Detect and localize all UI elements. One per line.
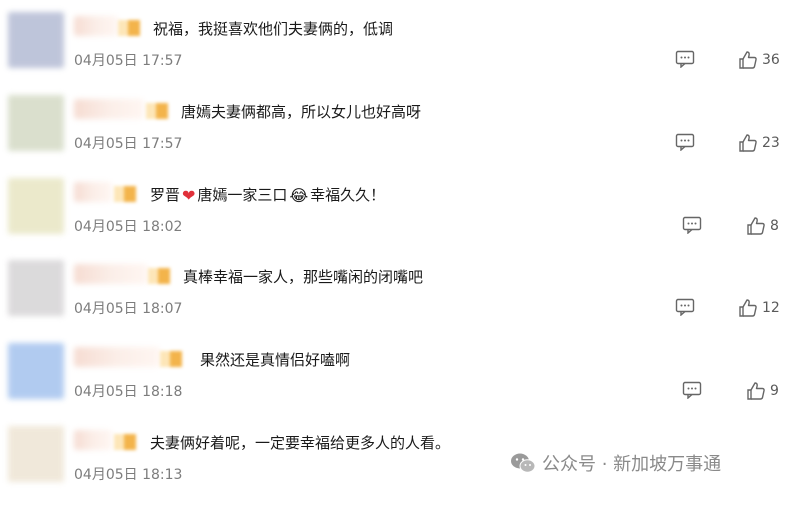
comment-item: 祝福，我挺喜欢他们夫妻俩的，低调 04月05日 17:57 36 — [0, 12, 800, 94]
thumbs-up-icon[interactable] — [738, 298, 758, 318]
like-count: 12 — [762, 300, 780, 316]
thumbs-up-icon[interactable] — [738, 133, 758, 153]
user-badge-icon — [148, 268, 170, 284]
avatar[interactable] — [8, 178, 64, 234]
comment-item: 唐嫣夫妻俩都高，所以女儿也好高呀 04月05日 17:57 23 — [0, 95, 800, 177]
comment-time: 04月05日 17:57 — [74, 136, 183, 152]
comment-time: 04月05日 18:07 — [74, 301, 183, 317]
comment-text: 唐嫣夫妻俩都高，所以女儿也好高呀 — [181, 103, 422, 121]
avatar[interactable] — [8, 12, 64, 68]
username-blurred[interactable] — [74, 347, 160, 367]
reply-icon[interactable] — [682, 381, 702, 399]
user-badge-icon — [160, 351, 182, 367]
comment-text-part: 罗晋 — [150, 186, 181, 204]
like-count: 9 — [770, 383, 779, 399]
username-blurred[interactable] — [74, 264, 148, 284]
watermark-text: 公众号 · 新加坡万事通 — [542, 454, 722, 475]
avatar[interactable] — [8, 260, 64, 316]
like-count: 23 — [762, 135, 780, 151]
username-blurred[interactable] — [74, 16, 118, 36]
username-blurred[interactable] — [74, 99, 144, 119]
reply-icon[interactable] — [675, 133, 695, 151]
comment-text: 祝福，我挺喜欢他们夫妻俩的，低调 — [153, 20, 394, 38]
laughing-emoji-icon: 😂 — [289, 186, 309, 205]
like-count: 36 — [762, 52, 780, 68]
thumbs-up-icon[interactable] — [738, 50, 758, 70]
thumbs-up-icon[interactable] — [746, 381, 766, 401]
comment-time: 04月05日 17:57 — [74, 53, 183, 69]
user-badge-icon — [146, 103, 168, 119]
comment-time: 04月05日 18:13 — [74, 467, 183, 483]
username-blurred[interactable] — [74, 430, 112, 450]
user-badge-icon — [114, 434, 136, 450]
watermark: 公众号 · 新加坡万事通 — [510, 450, 721, 476]
user-badge-icon — [118, 20, 140, 36]
comment-text: 果然还是真情侣好嗑啊 — [200, 351, 351, 369]
reply-icon[interactable] — [682, 216, 702, 234]
comment-item: 果然还是真情侣好嗑啊 04月05日 18:18 9 — [0, 343, 800, 425]
comment-text-part: 唐嫣一家三口 — [197, 186, 288, 204]
avatar[interactable] — [8, 343, 64, 399]
comment-time: 04月05日 18:02 — [74, 219, 183, 235]
reply-icon[interactable] — [675, 298, 695, 316]
comment-text-part: 幸福久久！ — [310, 186, 386, 204]
like-count: 8 — [770, 218, 779, 234]
wechat-icon — [511, 453, 536, 473]
comment-item: 罗晋 ❤ 唐嫣一家三口 😂 幸福久久！ 04月05日 18:02 8 — [0, 178, 800, 260]
comment-item: 真棒幸福一家人，那些嘴闲的闭嘴吧 04月05日 18:07 12 — [0, 260, 800, 342]
comment-text: 罗晋 ❤ 唐嫣一家三口 😂 幸福久久！ — [150, 184, 385, 207]
comment-text: 真棒幸福一家人，那些嘴闲的闭嘴吧 — [183, 268, 424, 286]
thumbs-up-icon[interactable] — [746, 216, 766, 236]
avatar[interactable] — [8, 426, 64, 482]
reply-icon[interactable] — [675, 50, 695, 68]
username-blurred[interactable] — [74, 182, 112, 202]
comment-time: 04月05日 18:18 — [74, 384, 183, 400]
heart-icon: ❤ — [182, 186, 196, 205]
user-badge-icon — [114, 186, 136, 202]
avatar[interactable] — [8, 95, 64, 151]
comment-text: 夫妻俩好着呢，一定要幸福给更多人的人看。 — [150, 434, 451, 452]
